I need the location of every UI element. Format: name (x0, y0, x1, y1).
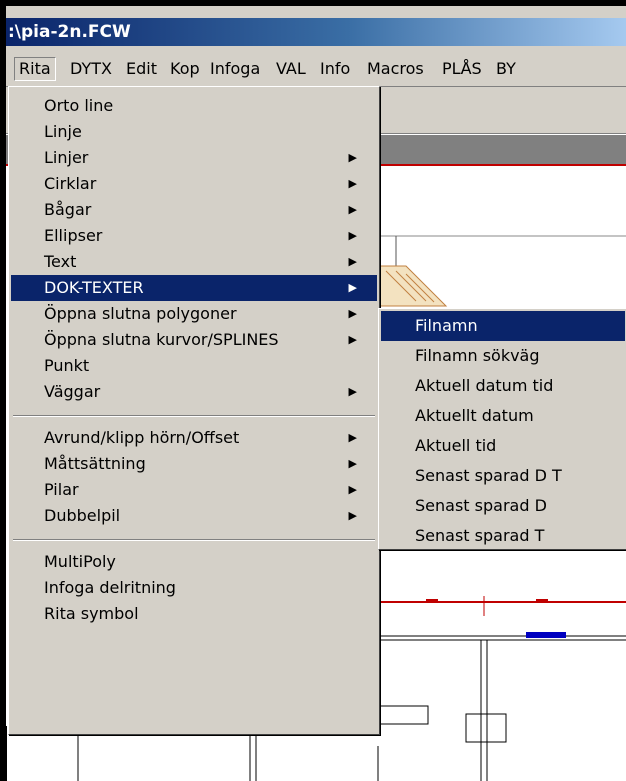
submenu-item-label: Filnamn (415, 316, 478, 335)
submenu-arrow-icon: ▶ (348, 333, 357, 346)
menu-item-multipoly[interactable]: MultiPoly (11, 549, 377, 575)
menu-item-label: Öppna slutna polygoner (44, 304, 237, 323)
submenu-item-label: Aktuellt datum (415, 406, 534, 425)
menu-rita[interactable]: Rita (14, 57, 56, 81)
menu-item-label: Linjer (44, 148, 89, 167)
menu-item-label: Rita symbol (44, 604, 139, 623)
menu-plas[interactable]: PLÅS (438, 58, 486, 80)
submenu-arrow-icon: ▶ (348, 457, 357, 470)
menu-item-label: Ellipser (44, 226, 103, 245)
menu-item-label: Linje (44, 122, 82, 141)
menu-item-mattsattning[interactable]: Måttsättning ▶ (11, 451, 377, 477)
menu-item-label: Pilar (44, 480, 79, 499)
submenu-item-aktuellt-datum[interactable]: Aktuellt datum (381, 401, 625, 431)
submenu-item-senast-sparad-dt[interactable]: Senast sparad D T (381, 461, 625, 491)
menu-item-label: Dubbelpil (44, 506, 121, 525)
submenu-arrow-icon: ▶ (348, 203, 357, 216)
menu-item-oppna-slutna-kurvor[interactable]: Öppna slutna kurvor/SPLINES ▶ (11, 327, 377, 353)
submenu-item-label: Senast sparad D (415, 496, 547, 515)
menu-infoga[interactable]: Infoga (206, 58, 264, 80)
submenu-arrow-icon: ▶ (348, 255, 357, 268)
menu-item-label: Text (44, 252, 77, 271)
menu-item-label: Avrund/klipp hörn/Offset (44, 428, 240, 447)
submenu-item-aktuell-tid[interactable]: Aktuell tid (381, 431, 625, 461)
menu-item-ellipser[interactable]: Ellipser ▶ (11, 223, 377, 249)
menu-item-label: Bågar (44, 200, 92, 219)
submenu-item-filnamn[interactable]: Filnamn (381, 311, 625, 341)
submenu-item-senast-sparad-d[interactable]: Senast sparad D (381, 491, 625, 521)
menu-info[interactable]: Info (316, 58, 354, 80)
submenu-item-aktuell-datum-tid[interactable]: Aktuell datum tid (381, 371, 625, 401)
menu-item-vaggar[interactable]: Väggar ▶ (11, 379, 377, 405)
submenu-arrow-icon: ▶ (348, 307, 357, 320)
menu-dytx[interactable]: DYTX (66, 58, 116, 80)
menu-item-linjer[interactable]: Linjer ▶ (11, 145, 377, 171)
submenu-arrow-icon: ▶ (348, 177, 357, 190)
menu-item-infoga-delritning[interactable]: Infoga delritning (11, 575, 377, 601)
dok-texter-submenu: Filnamn Filnamn sökväg Aktuell datum tid… (378, 308, 626, 550)
menu-kop[interactable]: Kop (166, 58, 204, 80)
menu-item-label: Orto line (44, 96, 114, 115)
menu-item-label: Punkt (44, 356, 90, 375)
menu-macros[interactable]: Macros (363, 58, 428, 80)
screen: { "window": { "title": ":\\pia-2n.FCW" }… (0, 0, 626, 781)
menu-item-label: Väggar (44, 382, 101, 401)
menu-by[interactable]: BY (492, 58, 520, 80)
menu-item-dubbelpil[interactable]: Dubbelpil ▶ (11, 503, 377, 529)
menu-val[interactable]: VAL (272, 58, 310, 80)
submenu-arrow-icon: ▶ (348, 229, 357, 242)
submenu-item-filnamn-sokvag[interactable]: Filnamn sökväg (381, 341, 625, 371)
menu-item-orto-line[interactable]: Orto line (11, 93, 377, 119)
rita-dropdown-menu: Orto line Linje Linjer ▶ Cirklar ▶ Bågar ▶ … (8, 86, 380, 735)
submenu-arrow-icon: ▶ (348, 483, 357, 496)
menu-edit[interactable]: Edit (122, 58, 161, 80)
submenu-item-label: Aktuell datum tid (415, 376, 554, 395)
menu-item-label: MultiPoly (44, 552, 116, 571)
submenu-item-label: Aktuell tid (415, 436, 497, 455)
menu-item-label: Öppna slutna kurvor/SPLINES (44, 330, 279, 349)
submenu-arrow-icon: ▶ (348, 151, 357, 164)
app-window: :\pia-2n.FCW Rita DYTX Edit Kop Infoga V… (6, 6, 626, 781)
menu-item-pilar[interactable]: Pilar ▶ (11, 477, 377, 503)
submenu-arrow-icon: ▶ (348, 509, 357, 522)
submenu-item-label: Senast sparad D T (415, 466, 562, 485)
menu-item-cirklar[interactable]: Cirklar ▶ (11, 171, 377, 197)
submenu-item-senast-sparad-t[interactable]: Senast sparad T (381, 521, 625, 551)
submenu-arrow-icon: ▶ (348, 385, 357, 398)
menu-item-label: Måttsättning (44, 454, 146, 473)
menu-separator (13, 415, 375, 417)
menu-item-label: Cirklar (44, 174, 97, 193)
menu-item-label: Infoga delritning (44, 578, 176, 597)
submenu-item-label: Filnamn sökväg (415, 346, 540, 365)
menu-item-avrund-klipp[interactable]: Avrund/klipp hörn/Offset ▶ (11, 425, 377, 451)
menu-separator (13, 539, 375, 541)
menu-item-text[interactable]: Text ▶ (11, 249, 377, 275)
menu-item-rita-symbol[interactable]: Rita symbol (11, 601, 377, 627)
submenu-arrow-icon: ▶ (348, 281, 357, 294)
title-bar: :\pia-2n.FCW (6, 18, 626, 46)
menu-bar: Rita DYTX Edit Kop Infoga VAL Info Macro… (6, 52, 626, 87)
menu-item-bagar[interactable]: Bågar ▶ (11, 197, 377, 223)
submenu-item-label: Senast sparad T (415, 526, 545, 545)
menu-item-oppna-slutna-polygoner[interactable]: Öppna slutna polygoner ▶ (11, 301, 377, 327)
submenu-arrow-icon: ▶ (348, 431, 357, 444)
menu-item-label: DOK-TEXTER (44, 278, 144, 297)
menu-item-linje[interactable]: Linje (11, 119, 377, 145)
menu-item-dok-texter[interactable]: DOK-TEXTER ▶ (11, 275, 377, 301)
menu-item-punkt[interactable]: Punkt (11, 353, 377, 379)
